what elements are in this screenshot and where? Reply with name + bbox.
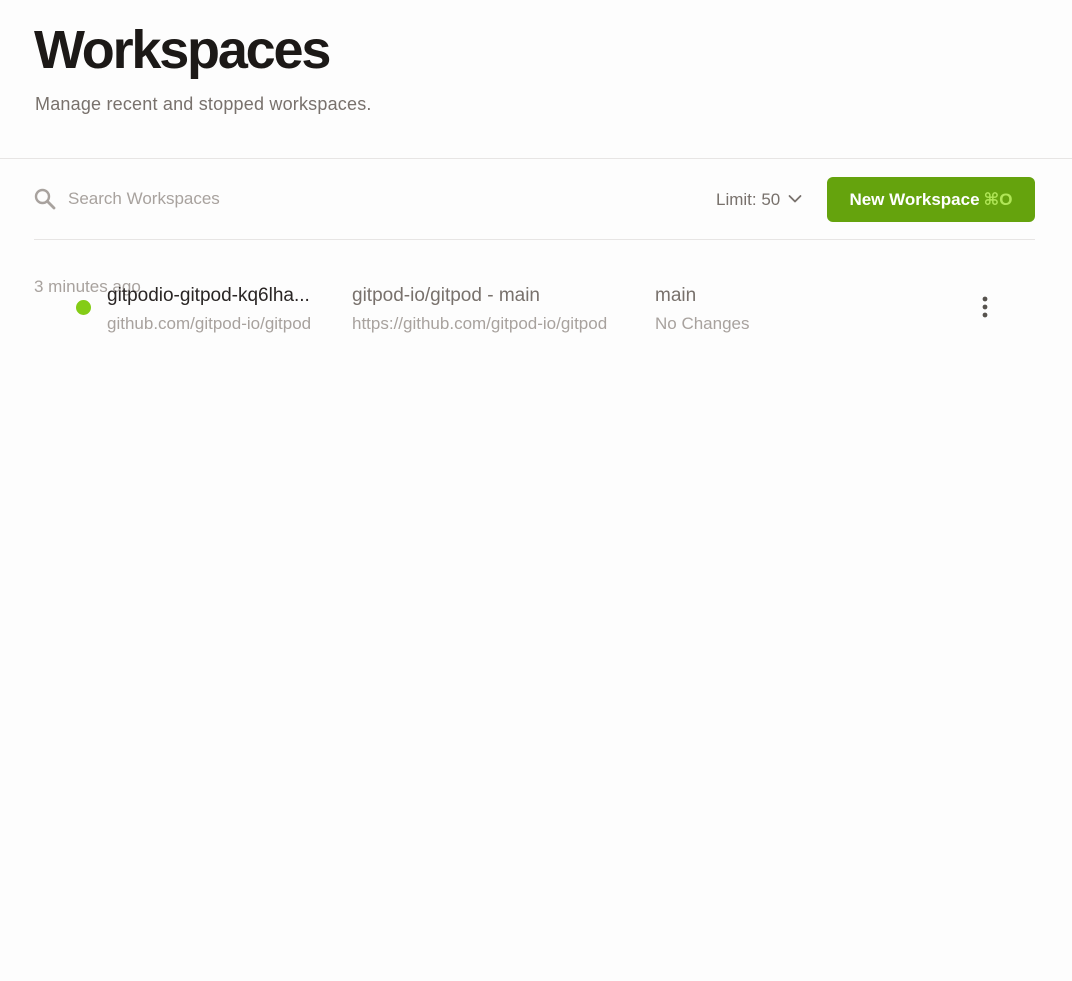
workspace-id-cell[interactable]: gitpodio-gitpod-kq6lha... github.com/git… bbox=[107, 284, 343, 335]
new-workspace-button[interactable]: New Workspace ⌘O bbox=[827, 177, 1035, 222]
workspace-context-url: https://github.com/gitpod-io/gitpod bbox=[352, 314, 608, 333]
workspace-id: gitpodio-gitpod-kq6lha... bbox=[107, 285, 310, 306]
more-vertical-icon[interactable] bbox=[970, 292, 1000, 322]
chevron-down-icon bbox=[788, 189, 802, 211]
page-header: Workspaces Manage recent and stopped wor… bbox=[0, 0, 1072, 159]
page-subtitle: Manage recent and stopped workspaces. bbox=[35, 94, 372, 114]
workspace-branch: main bbox=[655, 285, 697, 306]
status-running-icon bbox=[76, 300, 91, 315]
workspace-repo: github.com/gitpod-io/gitpod bbox=[107, 314, 312, 333]
workspace-context: gitpod-io/gitpod - main bbox=[352, 285, 540, 306]
limit-dropdown[interactable]: Limit: 50 bbox=[716, 188, 802, 212]
workspaces-toolbar: Limit: 50 New Workspace ⌘O bbox=[34, 160, 1035, 240]
search-icon bbox=[34, 188, 56, 210]
page-title: Workspaces bbox=[34, 20, 331, 80]
limit-label: Limit: 50 bbox=[716, 190, 781, 209]
workspace-changes: No Changes bbox=[655, 314, 750, 333]
workspace-context-cell: gitpod-io/gitpod - main https://github.c… bbox=[352, 284, 642, 335]
keyboard-shortcut: ⌘O bbox=[983, 189, 1013, 209]
search-input[interactable] bbox=[68, 184, 488, 214]
workspace-row[interactable]: gitpodio-gitpod-kq6lha... github.com/git… bbox=[34, 276, 1035, 340]
new-workspace-label: New Workspace bbox=[849, 189, 980, 209]
workspace-branch-cell: main No Changes bbox=[655, 284, 795, 335]
